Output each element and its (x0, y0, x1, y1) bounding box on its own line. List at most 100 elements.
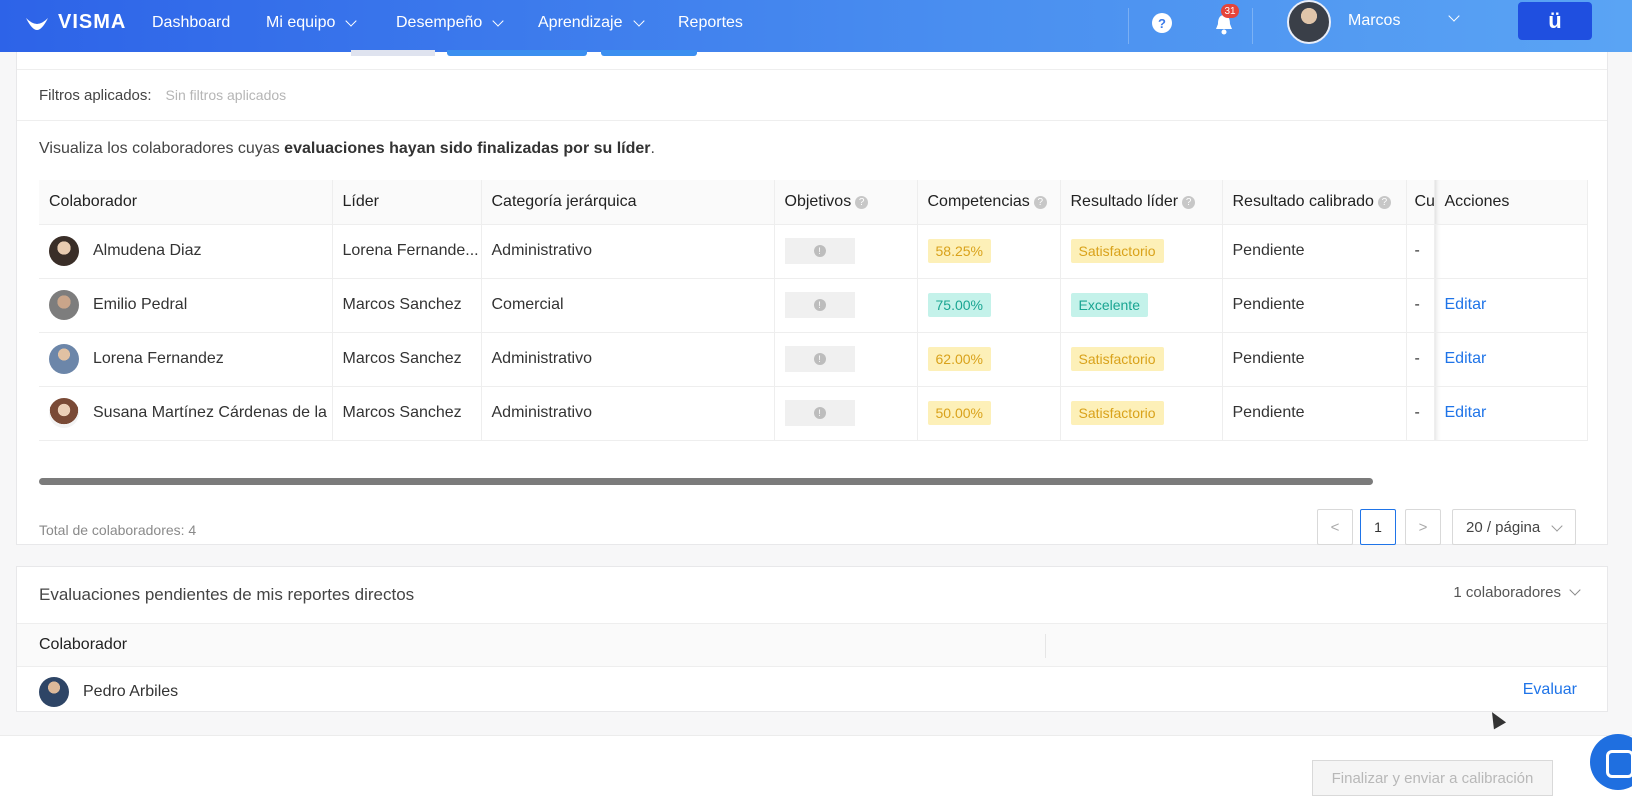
user-avatar[interactable] (1287, 0, 1331, 44)
cell-resultado-calibrado: Pendiente (1222, 224, 1407, 279)
objectives-placeholder: ! (784, 292, 855, 318)
edit-link[interactable]: Editar (1445, 296, 1487, 313)
table-row: Emilio Pedral Marcos Sanchez Comercial !… (39, 278, 1588, 333)
description-prefix: Visualiza los colaboradores cuyas (39, 140, 285, 157)
cell-categoria: Administrativo (481, 386, 775, 441)
avatar (49, 236, 79, 266)
horizontal-scrollbar[interactable] (39, 478, 1373, 485)
filters-value: Sin filtros aplicados (165, 87, 287, 103)
cell-competencias: 62.00% (917, 332, 1061, 387)
column-divider (1045, 634, 1046, 658)
cell-colaborador: Emilio Pedral (39, 278, 333, 333)
info-icon: ! (813, 245, 826, 257)
collaborator-name: Susana Martínez Cárdenas de la ... (93, 404, 332, 421)
avatar (39, 677, 69, 707)
nav-desempeno[interactable]: Desempeño (396, 14, 504, 32)
pending-count-label: 1 colaboradores (1453, 584, 1561, 601)
cell-competencias: 58.25% (917, 224, 1061, 279)
next-page-button[interactable]: > (1405, 509, 1441, 545)
cell-cu: - (1406, 224, 1435, 279)
prev-page-button[interactable]: < (1317, 509, 1353, 545)
pending-collaborator-name: Pedro Arbiles (83, 683, 179, 700)
chevron-down-icon (345, 14, 358, 27)
nav-divider (1128, 8, 1129, 44)
filters-label: Filtros aplicados: (39, 86, 152, 104)
nav-desempeno-label: Desempeño (396, 14, 483, 31)
col-categoria[interactable]: Categoría jerárquica (481, 180, 775, 225)
pending-count-toggle[interactable]: 1 colaboradores (1453, 584, 1581, 601)
cell-categoria: Administrativo (481, 224, 775, 279)
avatar (49, 290, 79, 320)
col-colaborador[interactable]: Colaborador (39, 180, 333, 225)
resultado-lider-tag: Satisfactorio (1070, 347, 1164, 371)
nav-mi-equipo-label: Mi equipo (266, 14, 336, 31)
table-description: Visualiza los colaboradores cuyas evalua… (39, 140, 655, 158)
user-name[interactable]: Marcos (1348, 12, 1400, 30)
col-objetivos[interactable]: Objetivos? (774, 180, 918, 225)
cell-resultado-lider: Satisfactorio (1060, 224, 1223, 279)
cell-cu: - (1406, 386, 1435, 441)
cell-resultado-lider: Satisfactorio (1060, 386, 1223, 441)
table-row: Almudena Diaz Lorena Fernande... Adminis… (39, 224, 1588, 279)
filter-button-edge[interactable] (601, 50, 697, 56)
competencias-tag: 58.25% (927, 239, 991, 263)
col-resultado-calibrado-label: Resultado calibrado (1232, 192, 1374, 210)
nav-reportes[interactable]: Reportes (678, 14, 743, 32)
description-bold: evaluaciones hayan sido finalizadas por … (284, 140, 651, 157)
cell-lider: Marcos Sanchez (332, 278, 482, 333)
logo-text: VISMA (58, 11, 127, 33)
finalize-send-calibration-button[interactable]: Finalizar y enviar a calibración (1312, 760, 1553, 796)
table-row: Susana Martínez Cárdenas de la ... Marco… (39, 386, 1588, 441)
question-icon[interactable]: ? (1033, 195, 1047, 209)
cell-categoria: Comercial (481, 278, 775, 333)
question-icon[interactable]: ? (855, 195, 869, 209)
nav-mi-equipo[interactable]: Mi equipo (266, 14, 358, 32)
current-page-button[interactable]: 1 (1360, 509, 1396, 545)
pending-table-header: Colaborador (17, 623, 1607, 667)
col-acciones: Acciones (1434, 180, 1588, 225)
table-header-row: Colaborador Líder Categoría jerárquica O… (39, 180, 1588, 225)
filter-button-edge[interactable] (447, 50, 587, 56)
cell-competencias: 50.00% (917, 386, 1061, 441)
cell-colaborador: Almudena Diaz (39, 224, 333, 279)
col-resultado-calibrado[interactable]: Resultado calibrado? (1222, 180, 1407, 225)
cell-lider: Marcos Sanchez (332, 386, 482, 441)
cell-resultado-calibrado: Pendiente (1222, 332, 1407, 387)
cell-objetivos: ! (774, 386, 918, 441)
chevron-down-icon (1569, 584, 1581, 596)
cell-acciones: Editar (1434, 278, 1588, 333)
resultado-lider-tag: Satisfactorio (1070, 239, 1164, 263)
col-competencias[interactable]: Competencias? (917, 180, 1061, 225)
col-resultado-lider[interactable]: Resultado líder? (1060, 180, 1223, 225)
edit-link[interactable]: Editar (1445, 350, 1487, 367)
visma-logo-icon (26, 17, 48, 30)
chevron-down-icon[interactable] (1448, 10, 1460, 22)
question-icon[interactable]: ? (1182, 195, 1196, 209)
page-size-select[interactable]: 20 / página (1452, 509, 1576, 545)
question-icon[interactable]: ? (1152, 13, 1172, 33)
visma-logo[interactable]: VISMA (24, 11, 126, 34)
nav-aprendizaje-label: Aprendizaje (538, 14, 623, 31)
cell-lider: Lorena Fernande... (332, 224, 482, 279)
question-icon[interactable]: ? (1377, 195, 1391, 209)
chevron-down-icon (492, 14, 504, 27)
applied-filters-row: Filtros aplicados: Sin filtros aplicados (17, 69, 1607, 121)
cell-objetivos: ! (774, 278, 918, 333)
cell-resultado-lider: Satisfactorio (1060, 332, 1223, 387)
avatar (49, 344, 79, 374)
col-lider[interactable]: Líder (332, 180, 482, 225)
filter-input-edge[interactable] (351, 50, 435, 56)
pending-row: Pedro Arbiles (39, 677, 178, 707)
evaluate-link[interactable]: Evaluar (1523, 681, 1577, 699)
nav-dashboard[interactable]: Dashboard (152, 14, 230, 32)
table-row: Lorena Fernandez Marcos Sanchez Administ… (39, 332, 1588, 387)
nav-aprendizaje[interactable]: Aprendizaje (538, 14, 645, 32)
nav-divider (1252, 8, 1253, 44)
edit-link[interactable]: Editar (1445, 404, 1487, 421)
pending-title: Evaluaciones pendientes de mis reportes … (39, 585, 415, 604)
avatar (49, 398, 79, 428)
app-switcher-button[interactable]: ü (1518, 2, 1592, 40)
cell-categoria: Administrativo (481, 332, 775, 387)
col-cu[interactable]: Cu (1406, 180, 1435, 225)
cell-acciones: Editar (1434, 386, 1588, 441)
